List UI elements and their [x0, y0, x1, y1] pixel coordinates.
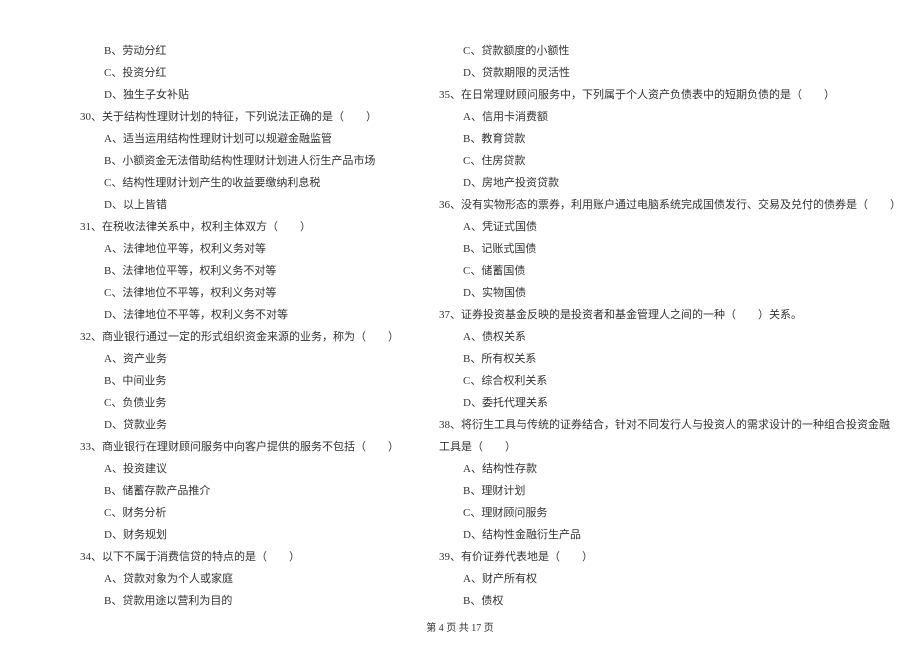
option-line: C、理财顾问服务: [439, 502, 901, 524]
option-line: D、委托代理关系: [439, 392, 901, 414]
option-line: D、独生子女补贴: [80, 84, 399, 106]
option-line: B、劳动分红: [80, 40, 399, 62]
option-line: D、贷款期限的灵活性: [439, 62, 901, 84]
option-line: C、负债业务: [80, 392, 399, 414]
content-columns: B、劳动分红C、投资分红D、独生子女补贴30、关于结构性理财计划的特征，下列说法…: [80, 40, 840, 600]
question-line: 36、没有实物形态的票券，利用账户通过电脑系统完成国债发行、交易及兑付的债券是（…: [439, 194, 901, 216]
option-line: A、结构性存款: [439, 458, 901, 480]
question-line: 35、在日常理财顾问服务中，下列属于个人资产负债表中的短期负债的是（ ）: [439, 84, 901, 106]
page-footer: 第 4 页 共 17 页: [0, 619, 920, 634]
option-line: C、储蓄国债: [439, 260, 901, 282]
option-line: A、投资建议: [80, 458, 399, 480]
option-line: A、信用卡消费额: [439, 106, 901, 128]
option-line: D、贷款业务: [80, 414, 399, 436]
question-line: 38、将衍生工具与传统的证券结合，针对不同发行人与投资人的需求设计的一种组合投资…: [439, 414, 901, 436]
question-line: 30、关于结构性理财计划的特征，下列说法正确的是（ ）: [80, 106, 399, 128]
option-line: C、综合权利关系: [439, 370, 901, 392]
option-line: B、理财计划: [439, 480, 901, 502]
right-column: C、贷款额度的小额性D、贷款期限的灵活性35、在日常理财顾问服务中，下列属于个人…: [439, 40, 901, 600]
option-line: B、小额资金无法借助结构性理财计划进人衍生产品市场: [80, 150, 399, 172]
option-line: A、债权关系: [439, 326, 901, 348]
question-line: 37、证券投资基金反映的是投资者和基金管理人之间的一种（ ）关系。: [439, 304, 901, 326]
option-line: B、所有权关系: [439, 348, 901, 370]
option-line: D、房地产投资贷款: [439, 172, 901, 194]
option-line: B、法律地位平等，权利义务不对等: [80, 260, 399, 282]
option-line: A、财产所有权: [439, 568, 901, 590]
option-line: B、债权: [439, 590, 901, 612]
option-line: A、贷款对象为个人或家庭: [80, 568, 399, 590]
option-line: C、法律地位不平等，权利义务对等: [80, 282, 399, 304]
question-line: 33、商业银行在理财顾问服务中向客户提供的服务不包括（ ）: [80, 436, 399, 458]
option-line: B、记账式国债: [439, 238, 901, 260]
option-line: C、贷款额度的小额性: [439, 40, 901, 62]
option-line: A、法律地位平等，权利义务对等: [80, 238, 399, 260]
left-column: B、劳动分红C、投资分红D、独生子女补贴30、关于结构性理财计划的特征，下列说法…: [80, 40, 399, 600]
question-line: 39、有价证券代表地是（ ）: [439, 546, 901, 568]
option-line: A、适当运用结构性理财计划可以规避金融监管: [80, 128, 399, 150]
option-line: B、教育贷款: [439, 128, 901, 150]
option-line: D、实物国债: [439, 282, 901, 304]
option-line: B、中间业务: [80, 370, 399, 392]
option-line: D、以上皆错: [80, 194, 399, 216]
option-line: D、财务规划: [80, 524, 399, 546]
option-line: A、资产业务: [80, 348, 399, 370]
question-line: 31、在税收法律关系中，权利主体双方（ ）: [80, 216, 399, 238]
question-line: 32、商业银行通过一定的形式组织资金来源的业务，称为（ ）: [80, 326, 399, 348]
option-line: B、贷款用途以营利为目的: [80, 590, 399, 612]
option-line: A、凭证式国债: [439, 216, 901, 238]
option-line: D、结构性金融衍生产品: [439, 524, 901, 546]
option-line: C、住房贷款: [439, 150, 901, 172]
question-line: 34、以下不属于消费信贷的特点的是（ ）: [80, 546, 399, 568]
question-continuation: 工具是（ ）: [439, 436, 901, 458]
option-line: B、储蓄存款产品推介: [80, 480, 399, 502]
option-line: C、投资分红: [80, 62, 399, 84]
option-line: C、财务分析: [80, 502, 399, 524]
option-line: C、结构性理财计划产生的收益要缴纳利息税: [80, 172, 399, 194]
option-line: D、法律地位不平等，权利义务不对等: [80, 304, 399, 326]
